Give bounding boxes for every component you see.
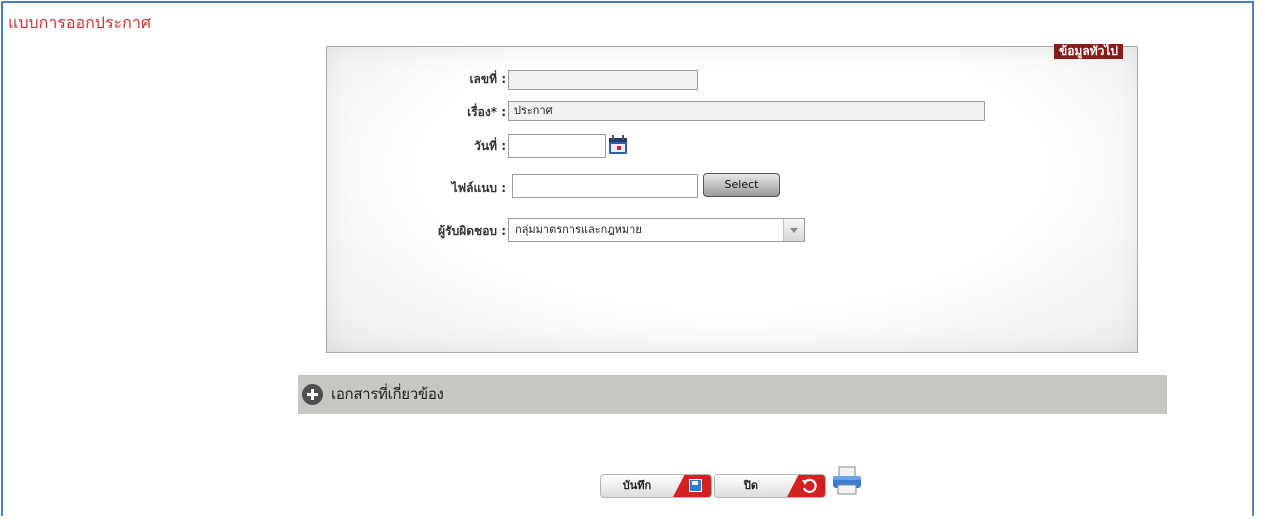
printer-icon[interactable] — [831, 466, 863, 496]
date-field[interactable] — [508, 134, 606, 158]
select-file-button[interactable]: Select — [703, 173, 780, 197]
page-title: แบบการออกประกาศ — [8, 13, 151, 32]
chevron-down-icon[interactable] — [783, 219, 804, 241]
calendar-icon[interactable] — [608, 135, 628, 155]
attachment-label: ไฟล์แนบ : — [451, 181, 506, 195]
number-field[interactable] — [508, 70, 698, 90]
close-button-label: ปิด — [743, 479, 759, 492]
date-label: วันที่ : — [474, 139, 506, 153]
save-button[interactable]: บันทึก — [600, 474, 712, 498]
save-button-label: บันทึก — [622, 479, 652, 492]
subject-label: เรื่อง* : — [467, 105, 506, 119]
panel-legend: ข้อมูลทั่วไป — [1054, 44, 1123, 59]
close-button[interactable]: ปิด — [714, 474, 826, 498]
number-label: เลขที่ : — [469, 72, 506, 86]
responsible-selected: กลุ่มมาตรการและกฎหมาย — [515, 223, 642, 236]
undo-icon — [802, 478, 817, 493]
attachment-field[interactable] — [512, 174, 698, 198]
general-info-panel: ข้อมูลทั่วไป — [326, 44, 1138, 353]
related-docs-bar[interactable]: เอกสารที่เกี่ยวข้อง — [298, 375, 1167, 414]
save-icon — [689, 479, 702, 492]
related-docs-label: เอกสารที่เกี่ยวข้อง — [331, 385, 444, 403]
responsible-dropdown[interactable]: กลุ่มมาตรการและกฎหมาย — [508, 218, 805, 242]
responsible-label: ผู้รับผิดชอบ : — [438, 224, 506, 238]
plus-circle-icon[interactable] — [302, 384, 323, 405]
subject-field[interactable]: ประกาศ — [508, 101, 985, 121]
